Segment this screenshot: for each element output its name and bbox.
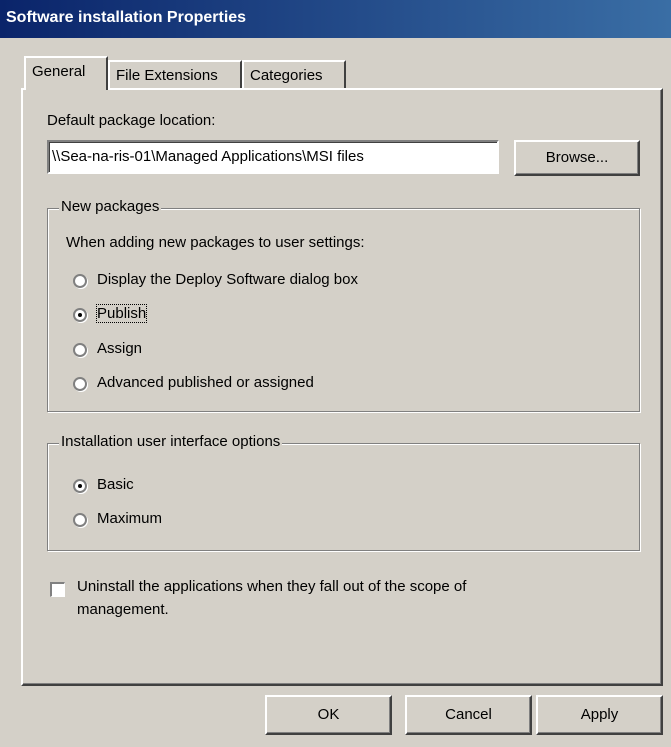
radio-maximum[interactable] bbox=[73, 513, 87, 527]
tab-general-label: General bbox=[32, 63, 86, 80]
radio-assign-label[interactable]: Assign bbox=[97, 340, 142, 357]
radio-assign[interactable] bbox=[73, 343, 87, 357]
radio-advanced-label[interactable]: Advanced published or assigned bbox=[97, 374, 314, 391]
cancel-button-label: Cancel bbox=[445, 706, 492, 723]
default-location-label: Default package location: bbox=[47, 112, 216, 129]
ui-options-group bbox=[47, 443, 640, 551]
radio-display-deploy-dialog-label[interactable]: Display the Deploy Software dialog box bbox=[97, 271, 358, 288]
radio-basic[interactable] bbox=[73, 479, 87, 493]
radio-selected-dot bbox=[78, 313, 82, 317]
ui-options-legend: Installation user interface options bbox=[59, 433, 283, 450]
title-bar[interactable]: Software installation Properties bbox=[0, 0, 671, 38]
tab-categories-label: Categories bbox=[250, 67, 323, 84]
default-location-input[interactable]: \\Sea-na-ris-01\Managed Applications\MSI… bbox=[47, 140, 499, 174]
radio-publish[interactable] bbox=[73, 308, 87, 322]
radio-maximum-label[interactable]: Maximum bbox=[97, 510, 162, 527]
window-title: Software installation Properties bbox=[6, 9, 247, 26]
tab-general[interactable]: General bbox=[24, 56, 108, 90]
ok-button-label: OK bbox=[317, 706, 340, 723]
new-packages-legend: New packages bbox=[59, 198, 162, 215]
new-packages-instruction: When adding new packages to user setting… bbox=[66, 234, 365, 251]
apply-button-label: Apply bbox=[580, 706, 619, 723]
cancel-button[interactable]: Cancel bbox=[405, 695, 532, 735]
ok-button[interactable]: OK bbox=[265, 695, 392, 735]
uninstall-checkbox-label-line1[interactable]: Uninstall the applications when they fal… bbox=[77, 578, 466, 595]
tab-file-extensions[interactable]: File Extensions bbox=[108, 60, 242, 90]
radio-selected-dot bbox=[78, 484, 82, 488]
tab-categories[interactable]: Categories bbox=[242, 60, 346, 90]
apply-button[interactable]: Apply bbox=[536, 695, 663, 735]
uninstall-checkbox-label-line2[interactable]: management. bbox=[77, 601, 169, 618]
uninstall-checkbox[interactable] bbox=[50, 582, 65, 597]
browse-button[interactable]: Browse... bbox=[514, 140, 640, 176]
radio-publish-label[interactable]: Publish bbox=[95, 304, 148, 323]
browse-button-label: Browse... bbox=[545, 149, 609, 166]
radio-display-deploy-dialog[interactable] bbox=[73, 274, 87, 288]
radio-basic-label[interactable]: Basic bbox=[97, 476, 134, 493]
background-area bbox=[0, 38, 21, 747]
tab-file-extensions-label: File Extensions bbox=[116, 67, 218, 84]
radio-advanced[interactable] bbox=[73, 377, 87, 391]
